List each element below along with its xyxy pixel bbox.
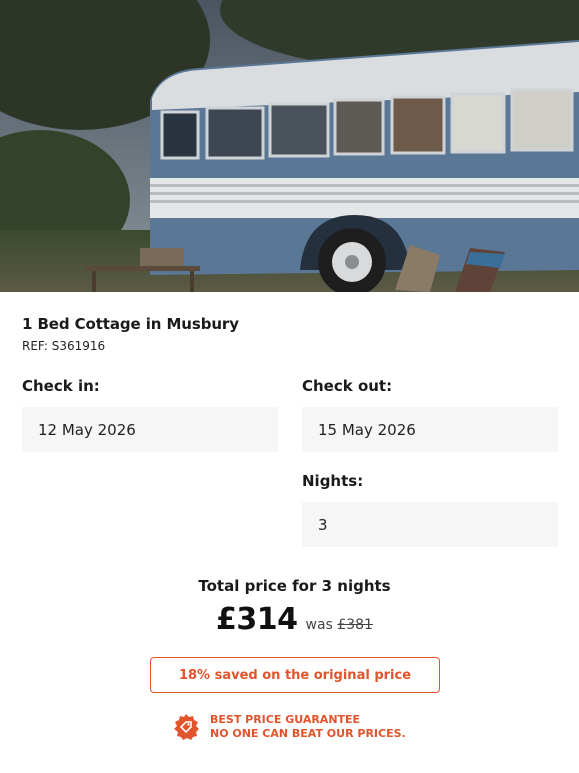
nights-field[interactable]: 3 xyxy=(302,502,558,547)
was-price-value: £381 xyxy=(337,617,373,633)
best-price-guarantee: BEST PRICE GUARANTEE NO ONE CAN BEAT OUR… xyxy=(172,713,406,741)
total-price-label: Total price for 3 nights xyxy=(198,577,391,595)
check-out-field[interactable]: 15 May 2026 xyxy=(302,407,558,452)
check-out-label: Check out: xyxy=(302,377,393,395)
nights-value: 3 xyxy=(318,515,328,534)
check-in-field[interactable]: 12 May 2026 xyxy=(22,407,278,452)
check-in-label: Check in: xyxy=(22,377,100,395)
guarantee-line-1: BEST PRICE GUARANTEE xyxy=(210,713,361,726)
property-photo xyxy=(0,0,579,292)
check-in-value: 12 May 2026 xyxy=(38,420,136,439)
property-photo-image xyxy=(0,0,579,292)
savings-badge: 18% saved on the original price xyxy=(150,657,440,693)
savings-text: 18% saved on the original price xyxy=(178,667,412,683)
was-price: was £381 xyxy=(306,617,373,633)
listing-title: 1 Bed Cottage in Musbury xyxy=(22,315,239,333)
price-row: £314 was £381 xyxy=(0,602,579,637)
current-price: £314 xyxy=(216,602,298,637)
nights-label: Nights: xyxy=(302,472,364,490)
listing-ref: REF: S361916 xyxy=(22,339,106,353)
check-out-value: 15 May 2026 xyxy=(318,420,416,439)
price-tag-badge-icon xyxy=(174,714,199,740)
guarantee-line-2: NO ONE CAN BEAT OUR PRICES. xyxy=(210,727,406,740)
was-prefix: was xyxy=(305,617,333,633)
